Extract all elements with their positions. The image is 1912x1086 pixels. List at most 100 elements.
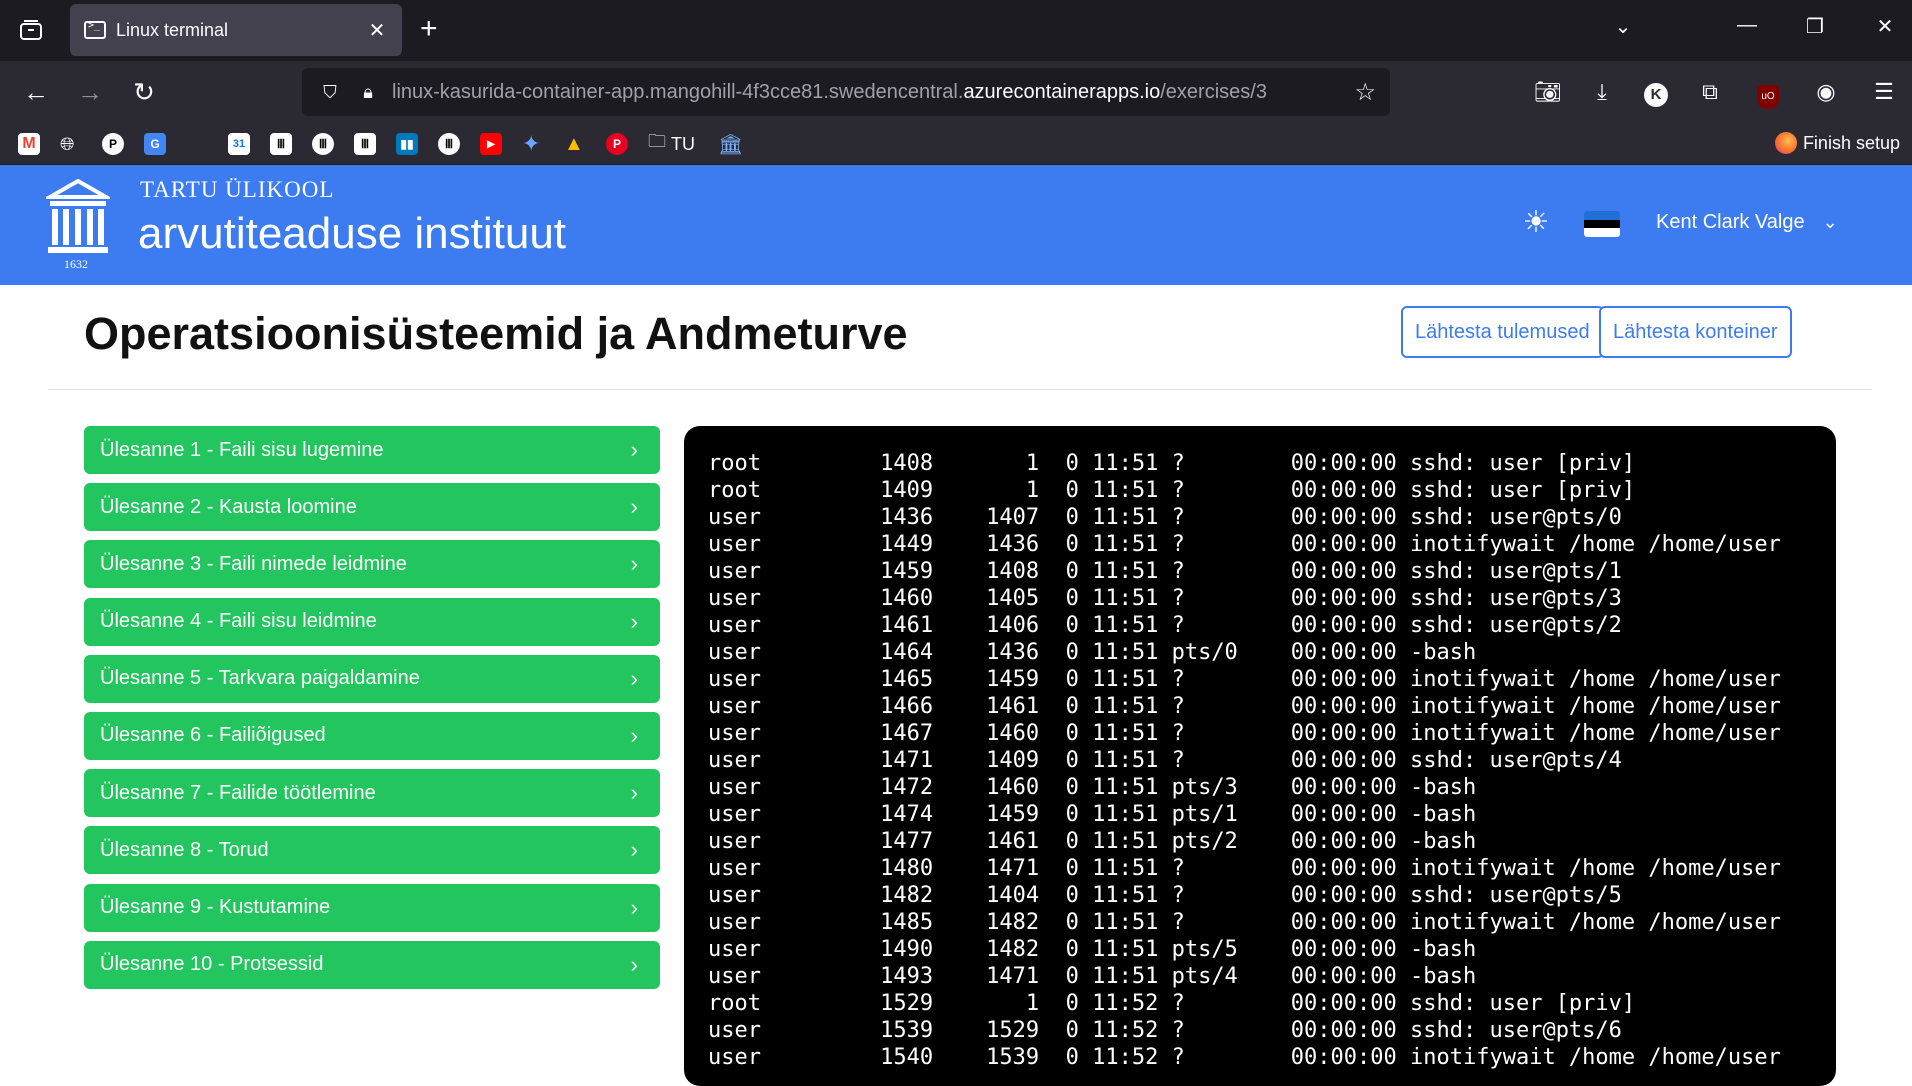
terminal-line: user 1465 1459 0 11:51 ? 00:00:00 inotif…: [708, 667, 1781, 692]
ut-bookmark-icon-3[interactable]: Ⅲ: [354, 132, 378, 156]
terminal-line: user 1493 1471 0 11:51 pts/4 00:00:00 -b…: [708, 964, 1477, 989]
ut-bookmark-icon-2[interactable]: Ⅲ: [312, 132, 336, 156]
download-icon[interactable]: ⤓: [1584, 75, 1620, 109]
browser-tab-active[interactable]: Linux terminal ✕: [70, 4, 402, 56]
terminal-line: user 1436 1407 0 11:51 ? 00:00:00 sshd: …: [708, 505, 1622, 530]
founding-year: 1632: [64, 257, 88, 271]
ut-building-icon[interactable]: 🏛︎: [718, 132, 743, 156]
task-item-9[interactable]: Ülesanne 9 - Kustutamine ›: [84, 883, 660, 932]
task-item-2[interactable]: Ülesanne 2 - Kausta loomine ›: [84, 483, 660, 532]
terminal-line: user 1449 1436 0 11:51 ? 00:00:00 inotif…: [708, 532, 1781, 557]
bookmark-p-icon[interactable]: P: [102, 132, 126, 156]
task-list: Ülesanne 1 - Faili sisu lugemine › Ülesan…: [84, 426, 660, 998]
list-all-tabs-icon[interactable]: ⌄: [1608, 14, 1638, 39]
chevron-right-icon: ›: [630, 494, 638, 520]
university-name[interactable]: TARTU ÜLIKOOL: [140, 177, 334, 203]
eye-extension-icon[interactable]: ◉: [1808, 75, 1844, 109]
chevron-right-icon: ›: [630, 894, 638, 920]
task-item-3[interactable]: Ülesanne 3 - Faili nimede leidmine ›: [84, 540, 660, 589]
trello-icon[interactable]: ▮▮: [396, 132, 420, 156]
bookmarks-toolbar: M 🌐︎ P G 31 Ⅲ Ⅲ Ⅲ ▮▮ Ⅲ ▶ ✦ ▲ P 🗀 TU 🏛︎ F…: [0, 123, 1912, 165]
k-extension-icon[interactable]: K: [1638, 75, 1674, 109]
terminal-line: user 1459 1408 0 11:51 ? 00:00:00 sshd: …: [708, 559, 1622, 584]
task-item-8[interactable]: Ülesanne 8 - Torud ›: [84, 826, 660, 875]
divider: [48, 389, 1872, 390]
url-text[interactable]: linux-kasurida-container-app.mangohill-4…: [392, 81, 1354, 104]
minimize-icon[interactable]: —: [1732, 14, 1762, 37]
task-item-5[interactable]: Ülesanne 5 - Tarkvara paigaldamine ›: [84, 654, 660, 703]
terminal-line: user 1540 1539 0 11:52 ? 00:00:00 inotif…: [708, 1045, 1781, 1070]
screenshot-icon[interactable]: 📷︎: [1530, 75, 1566, 109]
extensions-icon[interactable]: ⧉: [1692, 75, 1728, 109]
page-title: Operatsioonisüsteemid ja Andmeturve: [84, 308, 908, 359]
google-drive-icon[interactable]: ▲: [564, 132, 588, 156]
user-menu[interactable]: Kent Clark Valge ⌄: [1656, 211, 1838, 234]
terminal-line: root 1408 1 0 11:51 ? 00:00:00 sshd: use…: [708, 451, 1636, 476]
terminal-line: user 1461 1406 0 11:51 ? 00:00:00 sshd: …: [708, 613, 1622, 638]
forward-icon[interactable]: →: [72, 75, 108, 109]
task-item-4[interactable]: Ülesanne 4 - Faili sisu leidmine ›: [84, 597, 660, 646]
terminal-line: user 1466 1461 0 11:51 ? 00:00:00 inotif…: [708, 694, 1781, 719]
bookmark-star-icon[interactable]: ☆: [1354, 78, 1376, 107]
close-tab-icon[interactable]: ✕: [366, 18, 388, 43]
task-item-10[interactable]: Ülesanne 10 - Protsessid ›: [84, 940, 660, 989]
finish-setup-button[interactable]: Finish setup: [1774, 132, 1900, 154]
terminal-window[interactable]: root 1408 1 0 11:51 ? 00:00:00 sshd: use…: [684, 426, 1836, 1086]
estonian-flag-icon[interactable]: [1584, 211, 1620, 237]
terminal-line: user 1485 1482 0 11:51 ? 00:00:00 inotif…: [708, 910, 1781, 935]
lock-icon[interactable]: 🔒︎: [354, 82, 382, 103]
tab-title: Linux terminal: [116, 19, 229, 40]
chevron-right-icon: ›: [630, 608, 638, 634]
chevron-right-icon: ›: [630, 551, 638, 577]
sun-icon[interactable]: ☀: [1518, 205, 1554, 241]
gemini-icon[interactable]: ✦: [522, 131, 546, 156]
terminal-icon: [84, 20, 106, 39]
terminal-line: user 1464 1436 0 11:51 pts/0 00:00:00 -b…: [708, 640, 1477, 665]
translate-icon[interactable]: G: [144, 132, 168, 156]
reload-icon[interactable]: ↻: [126, 75, 162, 109]
pinterest-icon[interactable]: P: [606, 132, 630, 156]
ut-bookmark-icon[interactable]: Ⅲ: [270, 132, 294, 156]
chevron-right-icon: ›: [630, 951, 638, 977]
reset-results-button[interactable]: Lähtesta tulemused: [1401, 306, 1604, 358]
terminal-line: user 1480 1471 0 11:51 ? 00:00:00 inotif…: [708, 856, 1781, 881]
task-item-1[interactable]: Ülesanne 1 - Faili sisu lugemine ›: [84, 426, 660, 474]
close-window-icon[interactable]: ✕: [1870, 14, 1900, 39]
institute-name[interactable]: arvutiteaduse instituut: [138, 209, 566, 259]
tab-list-icon[interactable]: [14, 14, 48, 46]
gmail-icon[interactable]: M: [18, 132, 42, 156]
terminal-line: user 1460 1405 0 11:51 ? 00:00:00 sshd: …: [708, 586, 1622, 611]
browser-navbar: ← → ↻ ⛉ 🔒︎ linux-kasurida-container-app.…: [0, 61, 1912, 123]
calendar-icon[interactable]: 31: [228, 132, 252, 156]
back-icon[interactable]: ←: [18, 75, 54, 109]
blank-bookmark-icon[interactable]: [186, 132, 210, 156]
menu-icon[interactable]: ☰: [1866, 75, 1902, 109]
reset-container-button[interactable]: Lähtesta konteiner: [1599, 306, 1792, 358]
chevron-down-icon: ⌄: [1822, 212, 1838, 232]
terminal-line: user 1482 1404 0 11:51 ? 00:00:00 sshd: …: [708, 883, 1622, 908]
globe-icon[interactable]: 🌐︎: [60, 132, 84, 156]
chevron-right-icon: ›: [630, 837, 638, 863]
terminal-line: user 1539 1529 0 11:52 ? 00:00:00 sshd: …: [708, 1018, 1622, 1043]
task-item-7[interactable]: Ülesanne 7 - Failide töötlemine ›: [84, 769, 660, 818]
user-name: Kent Clark Valge: [1656, 211, 1805, 233]
terminal-line: user 1477 1461 0 11:51 pts/2 00:00:00 -b…: [708, 829, 1477, 854]
ut-bookmark-icon-4[interactable]: Ⅲ: [438, 132, 462, 156]
url-bar[interactable]: ⛉ 🔒︎ linux-kasurida-container-app.mangoh…: [302, 68, 1390, 116]
browser-tabstrip: Linux terminal ✕ + ⌄ — ❐ ✕: [0, 0, 1912, 61]
shield-icon[interactable]: ⛉: [316, 82, 344, 103]
folder-icon: 🗀: [648, 131, 666, 151]
firefox-icon: [1774, 132, 1797, 154]
terminal-line: user 1472 1460 0 11:51 pts/3 00:00:00 -b…: [708, 775, 1477, 800]
new-tab-button[interactable]: +: [420, 12, 438, 46]
chevron-right-icon: ›: [630, 780, 638, 806]
ublock-icon[interactable]: uO: [1750, 75, 1786, 109]
chevron-right-icon: ›: [630, 722, 638, 748]
terminal-line: user 1467 1460 0 11:51 ? 00:00:00 inotif…: [708, 721, 1781, 746]
site-header: 1632 TARTU ÜLIKOOL arvutiteaduse institu…: [0, 165, 1912, 285]
task-item-6[interactable]: Ülesanne 6 - Failiõigused ›: [84, 711, 660, 760]
bookmark-folder-tu[interactable]: 🗀 TU: [648, 131, 695, 156]
youtube-icon[interactable]: ▶: [480, 132, 504, 156]
restore-icon[interactable]: ❐: [1800, 14, 1830, 39]
chevron-right-icon: ›: [630, 437, 638, 462]
